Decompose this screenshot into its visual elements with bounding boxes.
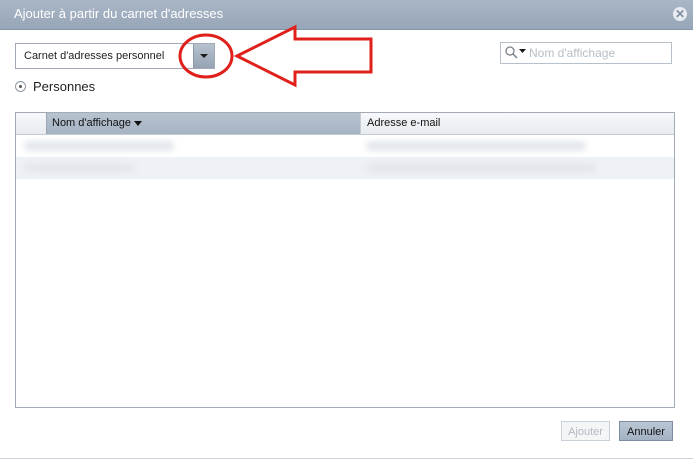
table-header: Nom d'affichage Adresse e-mail <box>16 113 674 135</box>
table-row[interactable] <box>16 157 674 179</box>
address-book-select[interactable]: Carnet d'adresses personnel <box>15 43 215 69</box>
column-header-email[interactable]: Adresse e-mail <box>360 113 674 134</box>
table-row[interactable] <box>16 135 674 157</box>
dialog-bottom-border <box>0 458 693 459</box>
column-header-label: Adresse e-mail <box>367 117 441 129</box>
address-book-dropdown-button[interactable] <box>193 44 214 68</box>
annotation-arrow <box>233 24 373 88</box>
sort-descending-icon <box>134 121 142 126</box>
search-field[interactable] <box>500 42 672 64</box>
redacted-name <box>24 163 134 173</box>
column-header-display-name[interactable]: Nom d'affichage <box>46 113 361 134</box>
add-button[interactable]: Ajouter <box>561 421 610 441</box>
redacted-email <box>366 141 586 151</box>
table-header-gutter <box>16 113 46 134</box>
search-input[interactable] <box>529 45 667 61</box>
radio-button[interactable] <box>15 81 26 92</box>
cancel-button[interactable]: Annuler <box>619 421 673 441</box>
close-icon: ✕ <box>674 7 686 21</box>
radio-label: Personnes <box>33 79 96 94</box>
contacts-table: Nom d'affichage Adresse e-mail <box>15 112 675 408</box>
address-book-select-value: Carnet d'adresses personnel <box>24 50 165 62</box>
dialog-titlebar: Ajouter à partir du carnet d'adresses ✕ <box>0 0 693 30</box>
dialog-title: Ajouter à partir du carnet d'adresses <box>14 6 224 21</box>
close-button[interactable]: ✕ <box>673 7 687 21</box>
column-header-label: Nom d'affichage <box>52 117 131 129</box>
search-icon[interactable] <box>504 45 528 61</box>
redacted-email <box>366 163 596 173</box>
redacted-name <box>24 141 174 151</box>
chevron-down-icon <box>200 54 208 58</box>
